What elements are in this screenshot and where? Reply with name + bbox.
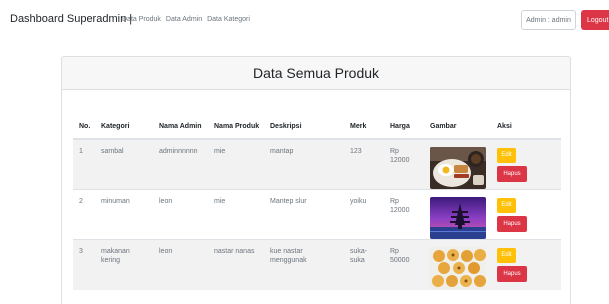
delete-button[interactable]: Hapus — [497, 166, 527, 182]
cell-deskripsi: kue nastar menggunak — [264, 239, 344, 290]
cell-merk: yoiku — [344, 189, 384, 240]
cell-nama-produk: nastar nanas — [208, 239, 264, 290]
edit-button[interactable]: Edit — [497, 248, 516, 263]
cell-gambar — [424, 138, 491, 190]
cell-aksi: Edit Hapus — [491, 239, 561, 290]
column-header-gambar: Gambar — [424, 102, 491, 140]
product-image-temple — [430, 197, 486, 239]
nav-link-data-produk[interactable]: Data Produk — [122, 16, 161, 23]
cell-no: 2 — [73, 189, 95, 240]
delete-button[interactable]: Hapus — [497, 266, 527, 282]
cell-nama-produk: mie — [208, 189, 264, 240]
cell-kategori: makanan kering — [95, 239, 153, 290]
delete-button[interactable]: Hapus — [497, 216, 527, 232]
column-header-merk: Merk — [344, 102, 384, 140]
cell-harga: Rp 12000 — [384, 189, 424, 240]
table-row: 3 makanan kering leon nastar nanas kue n… — [73, 239, 561, 290]
column-header-aksi: Aksi — [491, 102, 561, 140]
cell-deskripsi: Mantep slur — [264, 189, 344, 240]
column-header-kategori: Kategori — [95, 102, 153, 140]
cell-aksi: Edit Hapus — [491, 138, 561, 190]
nav-links: Data Produk Data Admin Data Kategori — [122, 16, 250, 23]
logout-button[interactable]: Logout — [581, 10, 609, 30]
cell-nama-produk: mie — [208, 138, 264, 190]
cell-nama-admin: adminnnnnn — [153, 138, 208, 190]
product-image-breakfast — [430, 147, 486, 189]
cell-no: 1 — [73, 138, 95, 190]
column-header-no: No. — [73, 102, 95, 140]
top-navbar: Dashboard Superadmin | Data Produk Data … — [0, 0, 609, 40]
edit-button[interactable]: Edit — [497, 148, 516, 163]
cell-kategori: minuman — [95, 189, 153, 240]
cell-merk: 123 — [344, 138, 384, 190]
product-image-nastar — [430, 247, 486, 289]
table-row: 1 sambal adminnnnnn mie mantap 123 Rp 12… — [73, 138, 561, 190]
edit-button[interactable]: Edit — [497, 198, 516, 213]
cell-nama-admin: leon — [153, 189, 208, 240]
products-card: Data Semua Produk No. Kategori Nama Admi… — [61, 56, 571, 304]
cell-gambar — [424, 189, 491, 240]
cell-harga: Rp 50000 — [384, 239, 424, 290]
products-table: No. Kategori Nama Admin Nama Produk Desk… — [73, 102, 561, 290]
nav-link-data-admin[interactable]: Data Admin — [166, 16, 202, 23]
brand-title[interactable]: Dashboard Superadmin | — [10, 13, 132, 25]
column-header-nama-produk: Nama Produk — [208, 102, 264, 140]
column-header-nama-admin: Nama Admin — [153, 102, 208, 140]
table-row: 2 minuman leon mie Mantep slur yoiku Rp … — [73, 189, 561, 240]
column-header-deskripsi: Deskripsi — [264, 102, 344, 140]
cell-merk: suka-suka — [344, 239, 384, 290]
cell-nama-admin: leon — [153, 239, 208, 290]
table-header-row: No. Kategori Nama Admin Nama Produk Desk… — [73, 102, 561, 140]
card-header: Data Semua Produk — [62, 57, 570, 90]
column-header-harga: Harga — [384, 102, 424, 140]
cell-gambar — [424, 239, 491, 290]
cell-kategori: sambal — [95, 138, 153, 190]
cell-deskripsi: mantap — [264, 138, 344, 190]
page-title: Data Semua Produk — [252, 65, 380, 81]
current-user-badge[interactable]: Admin : admin — [521, 10, 576, 30]
nav-link-data-kategori[interactable]: Data Kategori — [207, 16, 250, 23]
cell-no: 3 — [73, 239, 95, 290]
cell-aksi: Edit Hapus — [491, 189, 561, 240]
cell-harga: Rp 12000 — [384, 138, 424, 190]
